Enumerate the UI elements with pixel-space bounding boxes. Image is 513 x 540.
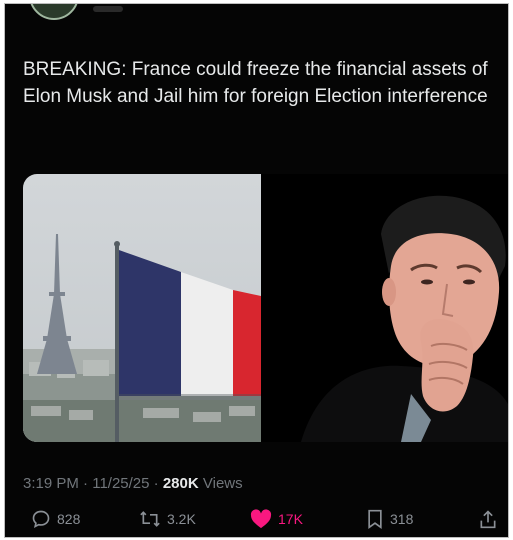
repost-button[interactable]: 3.2K <box>139 509 196 529</box>
action-bar: 828 3.2K 17K 318 <box>5 509 508 537</box>
bookmark-count: 318 <box>390 511 414 527</box>
share-button[interactable] <box>479 509 497 529</box>
bookmark-button[interactable]: 318 <box>366 509 413 529</box>
tweet-text: BREAKING: France could freeze the financ… <box>23 59 488 107</box>
tweet-image-portrait[interactable] <box>261 174 508 442</box>
bookmark-icon <box>366 509 384 529</box>
reply-count: 828 <box>57 511 81 527</box>
meta-separator: · <box>153 475 163 492</box>
reply-button[interactable]: 828 <box>31 509 80 529</box>
views-label: Views <box>202 475 243 492</box>
author-handle[interactable] <box>93 6 123 12</box>
tweet-image-france-flag[interactable] <box>23 174 261 442</box>
repost-icon <box>139 509 161 529</box>
like-icon <box>250 509 272 529</box>
like-count: 17K <box>278 511 303 527</box>
meta-separator: · <box>83 475 93 492</box>
tweet-time[interactable]: 3:19 PM <box>23 475 79 492</box>
repost-count: 3.2K <box>167 511 196 527</box>
tweet-date[interactable]: 11/25/25 <box>92 475 149 492</box>
avatar[interactable] <box>29 4 79 20</box>
share-icon <box>479 509 497 529</box>
tweet-card: BREAKING: France could freeze the financ… <box>4 3 509 538</box>
views-count: 280K <box>162 475 199 492</box>
reply-icon <box>31 509 51 529</box>
tweet-meta: 3:19 PM · 11/25/25 · 280K Views <box>23 475 243 492</box>
like-button[interactable]: 17K <box>250 509 303 529</box>
